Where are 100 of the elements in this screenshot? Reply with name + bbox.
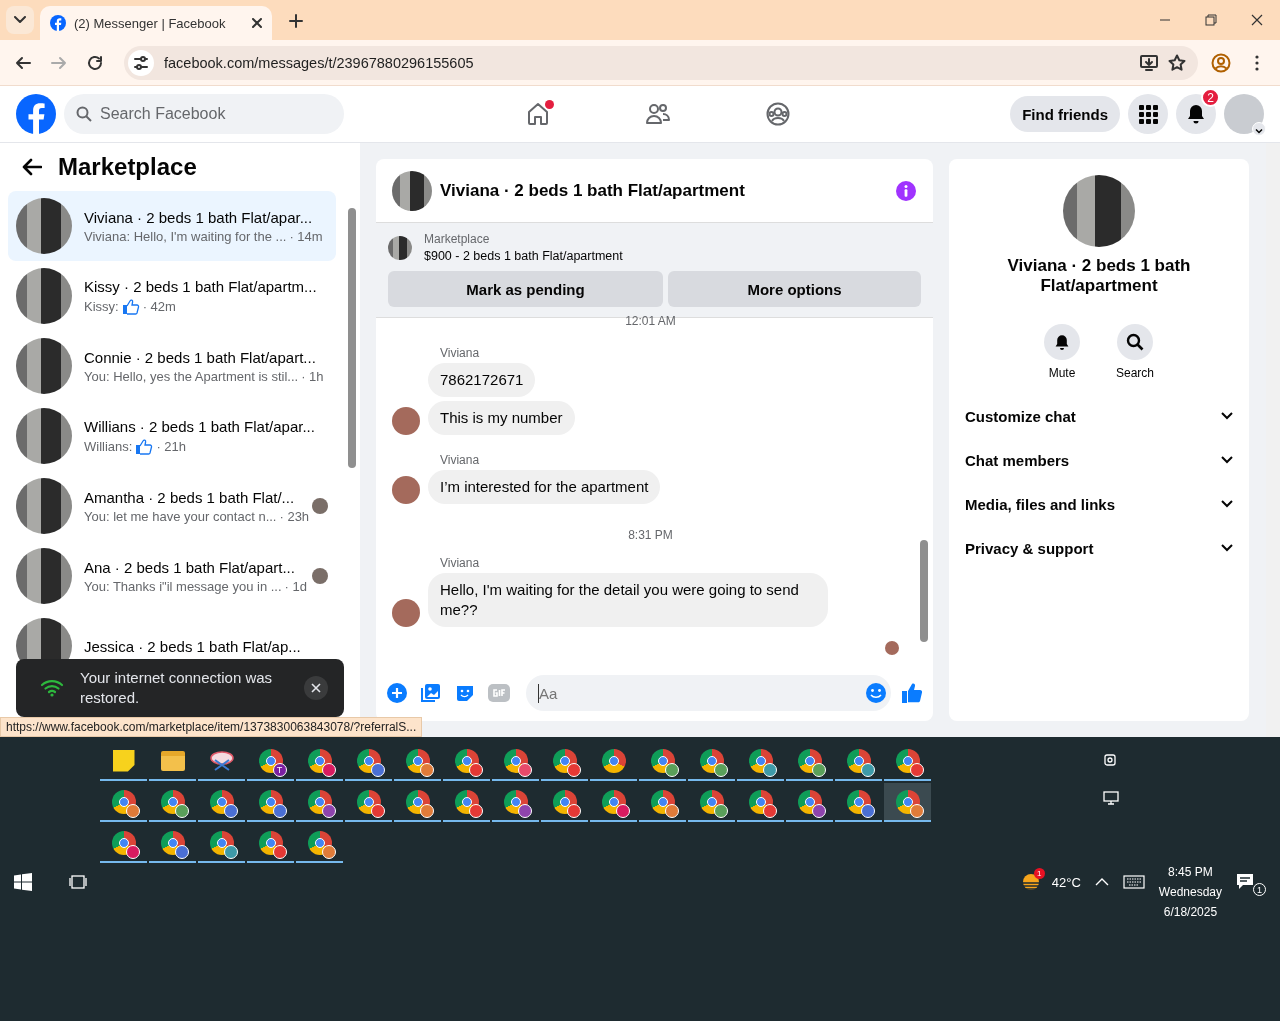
message-bubble: Hello, I'm waiting for the detail you were going to send me?? xyxy=(428,573,828,627)
message-preview: Viviana: Hello, I'm waiting for the ... xyxy=(84,228,287,244)
conversation-title: Kissy · 2 beds 1 bath Flat/apartm... xyxy=(84,277,318,295)
temperature: 42°C xyxy=(1051,874,1081,890)
sender-name: Viviana xyxy=(440,556,481,570)
star-icon[interactable] xyxy=(1168,53,1186,72)
scrollbar[interactable] xyxy=(348,208,356,468)
notification-badge: 2 xyxy=(1201,88,1220,107)
conversation-title: Willians · 2 beds 1 bath Flat/apar... xyxy=(84,417,316,435)
listing-photo xyxy=(16,408,72,464)
accordion-item[interactable]: Privacy & support xyxy=(949,526,1249,570)
day-text: Wednesday xyxy=(1158,885,1222,899)
sender-avatar xyxy=(392,476,420,504)
browser-tab[interactable]: (2) Messenger | Facebook xyxy=(40,6,272,40)
people-icon[interactable] xyxy=(645,102,671,126)
notifications-button[interactable]: 1 xyxy=(1236,868,1266,896)
conversation-item[interactable]: Viviana · 2 beds 1 bath Flat/apar... Viviana: Hello, I'm waiting for the ... · 14m xyxy=(8,191,336,261)
date-text: 6/18/2025 xyxy=(1163,905,1218,919)
image-icon[interactable] xyxy=(421,683,441,703)
message-bubble: I’m interested for the apartment xyxy=(428,470,661,504)
message-preview: You: let me have your contact n... xyxy=(84,508,277,524)
folder-icon xyxy=(160,750,185,771)
tab-search-button[interactable] xyxy=(6,6,34,34)
find-friends-button[interactable]: Find friends xyxy=(1010,96,1120,132)
group-icon[interactable] xyxy=(766,102,790,126)
facebook-logo-icon[interactable] xyxy=(16,94,56,134)
toast-message: Your internet connection was restored. xyxy=(80,668,274,708)
wifi-icon xyxy=(40,679,64,697)
browser-icon xyxy=(601,748,626,773)
menu-button[interactable] xyxy=(1128,94,1168,134)
sidebar-title: Marketplace xyxy=(58,153,197,181)
clock[interactable]: 8:45 PM Wednesday 6/18/2025 xyxy=(1158,865,1222,919)
conversation-title: Connie · 2 beds 1 bath Flat/apart... xyxy=(84,348,317,366)
conversation-item[interactable]: Amantha · 2 beds 1 bath Flat/... You: let me have your contact n... · 23h xyxy=(8,471,336,541)
more-options-button[interactable]: More options xyxy=(667,271,921,307)
bell-icon xyxy=(1186,104,1206,124)
listing-photo xyxy=(16,338,72,394)
taskbar-app[interactable] xyxy=(884,783,931,822)
accordion-item[interactable]: Customize chat xyxy=(949,394,1249,438)
emoji-icon[interactable] xyxy=(865,682,887,704)
install-app-icon[interactable] xyxy=(1140,54,1158,71)
back-icon[interactable] xyxy=(15,54,31,71)
chevron-up-icon[interactable] xyxy=(1094,878,1109,886)
message-time: · 14m xyxy=(289,228,323,244)
reload-icon[interactable] xyxy=(87,54,103,71)
time-text: 8:45 PM xyxy=(1168,865,1213,879)
info-icon[interactable] xyxy=(895,179,917,202)
conversation-item[interactable]: Willians · 2 beds 1 bath Flat/apar... Willians: · 21h xyxy=(8,401,336,471)
close-icon[interactable] xyxy=(252,18,262,28)
windows-start-icon[interactable] xyxy=(14,873,32,891)
listing-photo xyxy=(16,198,72,254)
message-icon xyxy=(1236,873,1254,891)
grid-icon xyxy=(1138,104,1158,124)
chevron-icon xyxy=(1221,544,1233,552)
search-field[interactable]: Search Facebook xyxy=(64,94,344,134)
message-time: · 1h xyxy=(301,368,324,384)
close-icon xyxy=(311,683,321,693)
sender-avatar xyxy=(392,407,420,435)
meet-icon[interactable] xyxy=(1103,752,1117,768)
taskbar-app[interactable]: T xyxy=(247,742,294,781)
thumbs-up-icon[interactable] xyxy=(901,682,923,704)
chevron-icon xyxy=(1221,500,1233,508)
sticker-icon[interactable] xyxy=(455,683,475,703)
message-preview: Kissy: xyxy=(84,298,119,314)
search-placeholder: Search Facebook xyxy=(100,105,226,123)
listing-photo xyxy=(392,170,432,211)
conversation-item[interactable]: Ana · 2 beds 1 bath Flat/apart... You: Thanks i"il message you in ... · 1d xyxy=(8,541,336,611)
site-settings-icon[interactable] xyxy=(133,54,149,71)
search-icon xyxy=(1126,333,1144,351)
message-time: · 42m xyxy=(142,298,176,314)
scrollbar[interactable] xyxy=(1266,143,1280,737)
sender-name: Viviana xyxy=(440,346,481,360)
plus-icon[interactable] xyxy=(289,14,303,28)
task-view-icon[interactable] xyxy=(69,874,87,890)
listing-photo xyxy=(16,268,72,324)
profile-badge: T xyxy=(272,762,287,777)
chevron-icon xyxy=(1221,412,1233,420)
tab-title: (2) Messenger | Facebook xyxy=(74,15,227,31)
chevron-icon xyxy=(1221,456,1233,464)
home-icon[interactable] xyxy=(526,102,550,126)
mark-pending-button[interactable]: Mark as pending xyxy=(388,271,663,307)
address-bar[interactable]: facebook.com/messages/t/23967880296155605 xyxy=(124,45,1198,80)
menu-icon[interactable] xyxy=(1255,54,1259,71)
listing-summary: $900 - 2 beds 1 bath Flat/apartment xyxy=(424,249,624,263)
conversation-item[interactable]: Connie · 2 beds 1 bath Flat/apart... You: Hello, yes the Apartment is stil... · 1h xyxy=(8,331,336,401)
scrollbar[interactable] xyxy=(920,540,928,642)
keyboard-icon[interactable] xyxy=(1122,875,1145,889)
accordion-item[interactable]: Chat members xyxy=(949,438,1249,482)
back-arrow-icon[interactable] xyxy=(22,158,42,176)
plus-circle-icon[interactable] xyxy=(387,683,407,703)
message-input[interactable]: Aa xyxy=(538,683,865,703)
monitor-icon[interactable] xyxy=(1103,791,1119,805)
conversation-item[interactable]: Kissy · 2 beds 1 bath Flat/apartm... Kissy: · 42m xyxy=(8,261,336,331)
note-icon xyxy=(112,749,135,772)
close-button[interactable] xyxy=(304,676,328,700)
message-field[interactable]: Aa xyxy=(526,675,891,711)
status-url: https://www.facebook.com/marketplace/item/1373830063843078/?referralS... xyxy=(0,717,423,737)
profile-icon[interactable] xyxy=(1211,52,1231,73)
accordion-item[interactable]: Media, files and links xyxy=(949,482,1249,526)
message-preview: You: Hello, yes the Apartment is stil... xyxy=(84,368,299,384)
